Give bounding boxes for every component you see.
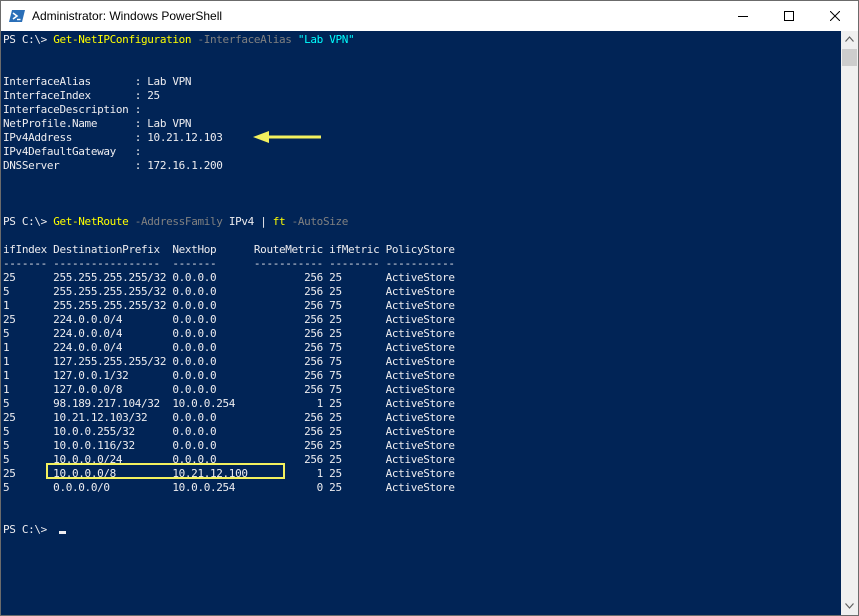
cmdlet: Get-NetIPConfiguration — [53, 33, 192, 46]
maximize-button[interactable] — [766, 1, 812, 31]
ip-config-sep: : — [134, 145, 148, 158]
parameter: -AutoSize — [285, 215, 349, 228]
argument: IPv4 — [228, 215, 254, 228]
route-row: 5 0.0.0.0/0 10.0.0.254 0 25 ActiveStore — [3, 481, 455, 494]
cmdlet: Get-NetRoute — [53, 215, 129, 228]
ip-config-key: DNSServer — [3, 159, 135, 172]
scroll-up-button[interactable] — [841, 31, 858, 48]
command-line-2: PS C:\> Get-NetRoute -AddressFamily IPv4… — [3, 215, 348, 229]
ip-config-key: InterfaceDescription — [3, 103, 135, 116]
prompt: PS C:\> — [3, 215, 54, 228]
powershell-window: Administrator: Windows PowerShell PS C:\… — [0, 0, 859, 616]
argument: "Lab VPN" — [297, 33, 355, 46]
route-table-separator: ------- ----------------- ------- ------… — [3, 257, 455, 270]
chevron-up-icon — [845, 36, 854, 42]
command-line-1: PS C:\> Get-NetIPConfiguration -Interfac… — [3, 33, 355, 47]
ip-config-value: 25 — [147, 89, 160, 102]
ip-config-sep: : — [134, 131, 148, 144]
ip-config-key: InterfaceAlias — [3, 75, 135, 88]
console-output[interactable]: PS C:\> Get-NetIPConfiguration -Interfac… — [1, 31, 841, 615]
arrow-annotation-icon — [253, 131, 321, 143]
route-row: 1 224.0.0.0/4 0.0.0.0 256 75 ActiveStore — [3, 341, 455, 354]
pipe-operator: | — [253, 215, 273, 228]
ip-config-value: 10.21.12.103 — [147, 131, 223, 144]
ip-config-line: DNSServer : 172.16.1.200 — [3, 159, 223, 173]
prompt: PS C:\> — [3, 33, 54, 46]
route-row: 1 127.0.0.0/8 0.0.0.0 256 75 ActiveStore — [3, 383, 455, 396]
chevron-down-icon — [845, 603, 854, 609]
route-table-header: ifIndex DestinationPrefix NextHop RouteM… — [3, 243, 455, 256]
route-row: 25 255.255.255.255/32 0.0.0.0 256 25 Act… — [3, 271, 455, 284]
route-row: 5 10.0.0.255/32 0.0.0.0 256 25 ActiveSto… — [3, 425, 455, 438]
close-button[interactable] — [812, 1, 858, 31]
maximize-icon — [784, 11, 794, 21]
ip-config-line: InterfaceAlias : Lab VPN — [3, 75, 192, 89]
title-bar[interactable]: Administrator: Windows PowerShell — [1, 1, 858, 31]
route-row: 25 10.21.12.103/32 0.0.0.0 256 25 Active… — [3, 411, 455, 424]
minimize-icon — [738, 16, 748, 17]
route-row: 25 224.0.0.0/4 0.0.0.0 256 25 ActiveStor… — [3, 313, 455, 326]
ip-config-sep: : — [134, 89, 148, 102]
window-title: Administrator: Windows PowerShell — [32, 9, 223, 23]
route-row: 1 127.255.255.255/32 0.0.0.0 256 75 Acti… — [3, 355, 455, 368]
minimize-button[interactable] — [720, 1, 766, 31]
route-row: 1 255.255.255.255/32 0.0.0.0 256 75 Acti… — [3, 299, 455, 312]
ip-config-value: Lab VPN — [147, 75, 192, 88]
ip-config-key: IPv4DefaultGateway — [3, 145, 135, 158]
powershell-icon — [9, 8, 25, 24]
ip-config-line: InterfaceIndex : 25 — [3, 89, 160, 103]
parameter: -AddressFamily — [128, 215, 229, 228]
ip-config-sep: : — [134, 103, 148, 116]
ip-config-line: NetProfile.Name : Lab VPN — [3, 117, 192, 131]
close-icon — [830, 11, 840, 21]
ip-config-value: 172.16.1.200 — [147, 159, 223, 172]
route-row: 5 10.0.0.116/32 0.0.0.0 256 25 ActiveSto… — [3, 439, 455, 452]
route-row: 5 224.0.0.0/4 0.0.0.0 256 25 ActiveStore — [3, 327, 455, 340]
route-row: 1 127.0.0.1/32 0.0.0.0 256 75 ActiveStor… — [3, 369, 455, 382]
vertical-scrollbar[interactable] — [841, 31, 858, 615]
ip-config-line: IPv4Address : 10.21.12.103 — [3, 131, 223, 145]
ip-config-key: IPv4Address — [3, 131, 135, 144]
scroll-thumb[interactable] — [842, 49, 857, 66]
parameter: -InterfaceAlias — [191, 33, 298, 46]
route-row: 5 98.189.217.104/32 10.0.0.254 1 25 Acti… — [3, 397, 455, 410]
ip-config-value: Lab VPN — [147, 117, 192, 130]
route-row: 5 255.255.255.255/32 0.0.0.0 256 25 Acti… — [3, 285, 455, 298]
ip-config-line: InterfaceDescription : — [3, 103, 147, 117]
scroll-down-button[interactable] — [841, 598, 858, 615]
highlight-box — [46, 463, 285, 479]
ip-config-sep: : — [134, 75, 148, 88]
text-cursor — [59, 531, 66, 534]
cmdlet: ft — [272, 215, 286, 228]
ip-config-key: NetProfile.Name — [3, 117, 135, 130]
ip-config-key: InterfaceIndex — [3, 89, 135, 102]
ip-config-sep: : — [134, 117, 148, 130]
ip-config-line: IPv4DefaultGateway : — [3, 145, 147, 159]
command-prompt: PS C:\> — [3, 523, 54, 536]
ip-config-sep: : — [134, 159, 148, 172]
